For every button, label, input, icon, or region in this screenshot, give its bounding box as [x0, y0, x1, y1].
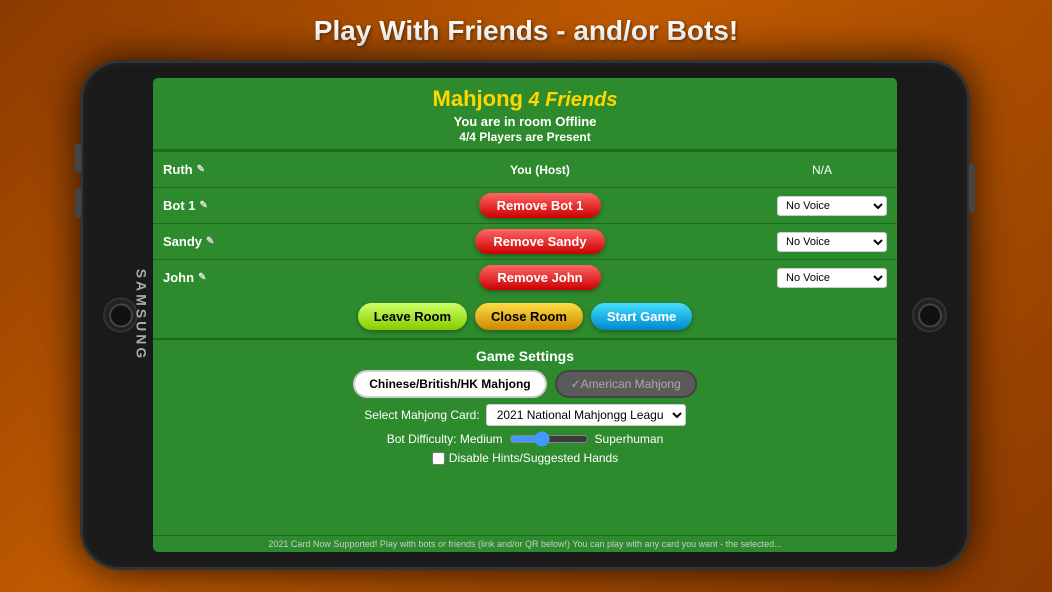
room-info: You are in room Offline — [163, 114, 887, 129]
player-status-ruth: You (Host) — [510, 163, 570, 177]
voice-select-john[interactable]: No Voice Voice 1 Voice 2 — [777, 268, 887, 288]
player-name-bot1: Bot 1 ✎ — [163, 198, 323, 213]
hints-row: Disable Hints/Suggested Hands — [161, 451, 889, 465]
brand-label: SAMSUNG — [133, 269, 149, 362]
player-row-ruth: Ruth ✎ You (Host) N/A — [153, 151, 897, 187]
game-title: Mahjong 4 Friends — [163, 86, 887, 112]
edit-icon-bot1[interactable]: ✎ — [200, 200, 208, 211]
player-voice-bot1: No Voice Voice 1 Voice 2 — [757, 196, 887, 216]
bottom-text: 2021 Card Now Supported! Play with bots … — [153, 535, 897, 552]
difficulty-label: Bot Difficulty: Medium — [387, 432, 503, 446]
player-voice-sandy: No Voice Voice 1 Voice 2 — [757, 232, 887, 252]
difficulty-end: Superhuman — [595, 432, 664, 446]
edit-icon-ruth[interactable]: ✎ — [197, 164, 205, 175]
volume-up-button — [75, 143, 81, 173]
hints-checkbox[interactable] — [432, 452, 445, 465]
player-action-john: Remove John — [323, 265, 757, 290]
back-camera — [912, 298, 947, 333]
voice-select-bot1[interactable]: No Voice Voice 1 Voice 2 — [777, 196, 887, 216]
player-action-ruth: You (Host) — [323, 161, 757, 179]
volume-down-button — [75, 188, 81, 218]
power-button — [969, 163, 975, 213]
card-select-dropdown[interactable]: 2021 National Mahjongg League 2020 Natio… — [486, 404, 686, 426]
player-row-john: John ✎ Remove John No Voice Voice 1 Voic… — [153, 259, 897, 295]
start-game-button[interactable]: Start Game — [591, 303, 692, 330]
chinese-british-button[interactable]: Chinese/British/HK Mahjong — [353, 370, 546, 398]
close-room-button[interactable]: Close Room — [475, 303, 583, 330]
left-buttons — [75, 143, 81, 218]
player-row-sandy: Sandy ✎ Remove Sandy No Voice Voice 1 Vo… — [153, 223, 897, 259]
page-title: Play With Friends - and/or Bots! — [0, 15, 1052, 47]
players-info: 4/4 Players are Present — [163, 130, 887, 144]
phone-frame: SAMSUNG Mahjong 4 Friends You are in roo… — [80, 60, 970, 570]
hints-label: Disable Hints/Suggested Hands — [449, 451, 618, 465]
american-mahjong-button[interactable]: ✓American Mahjong — [555, 370, 697, 398]
edit-icon-sandy[interactable]: ✎ — [206, 236, 214, 247]
player-name-john: John ✎ — [163, 270, 323, 285]
mahjong-type-buttons: Chinese/British/HK Mahjong ✓American Mah… — [161, 370, 889, 398]
player-voice-john: No Voice Voice 1 Voice 2 — [757, 268, 887, 288]
leave-room-button[interactable]: Leave Room — [358, 303, 467, 330]
player-voice-ruth: N/A — [757, 163, 887, 177]
players-table: Ruth ✎ You (Host) N/A Bot 1 ✎ Remove Bot… — [153, 151, 897, 295]
mahjong-label: Mahjong — [433, 86, 523, 111]
edit-icon-john[interactable]: ✎ — [198, 272, 206, 283]
player-action-bot1: Remove Bot 1 — [323, 193, 757, 218]
remove-bot1-button[interactable]: Remove Bot 1 — [479, 193, 602, 218]
difficulty-slider[interactable] — [509, 431, 589, 447]
player-action-sandy: Remove Sandy — [323, 229, 757, 254]
phone-screen: Mahjong 4 Friends You are in room Offlin… — [153, 78, 897, 552]
voice-select-sandy[interactable]: No Voice Voice 1 Voice 2 — [777, 232, 887, 252]
friends-label: 4 Friends — [523, 89, 617, 111]
card-select-row: Select Mahjong Card: 2021 National Mahjo… — [161, 404, 889, 426]
player-row-bot1: Bot 1 ✎ Remove Bot 1 No Voice Voice 1 Vo… — [153, 187, 897, 223]
game-header: Mahjong 4 Friends You are in room Offlin… — [153, 78, 897, 151]
remove-sandy-button[interactable]: Remove Sandy — [475, 229, 604, 254]
player-name-sandy: Sandy ✎ — [163, 234, 323, 249]
game-settings: Game Settings Chinese/British/HK Mahjong… — [153, 338, 897, 535]
settings-title: Game Settings — [161, 348, 889, 364]
player-name-ruth: Ruth ✎ — [163, 162, 323, 177]
action-buttons: Leave Room Close Room Start Game — [153, 295, 897, 338]
difficulty-row: Bot Difficulty: Medium Superhuman — [161, 431, 889, 447]
card-select-label: Select Mahjong Card: — [364, 408, 479, 422]
remove-john-button[interactable]: Remove John — [479, 265, 600, 290]
